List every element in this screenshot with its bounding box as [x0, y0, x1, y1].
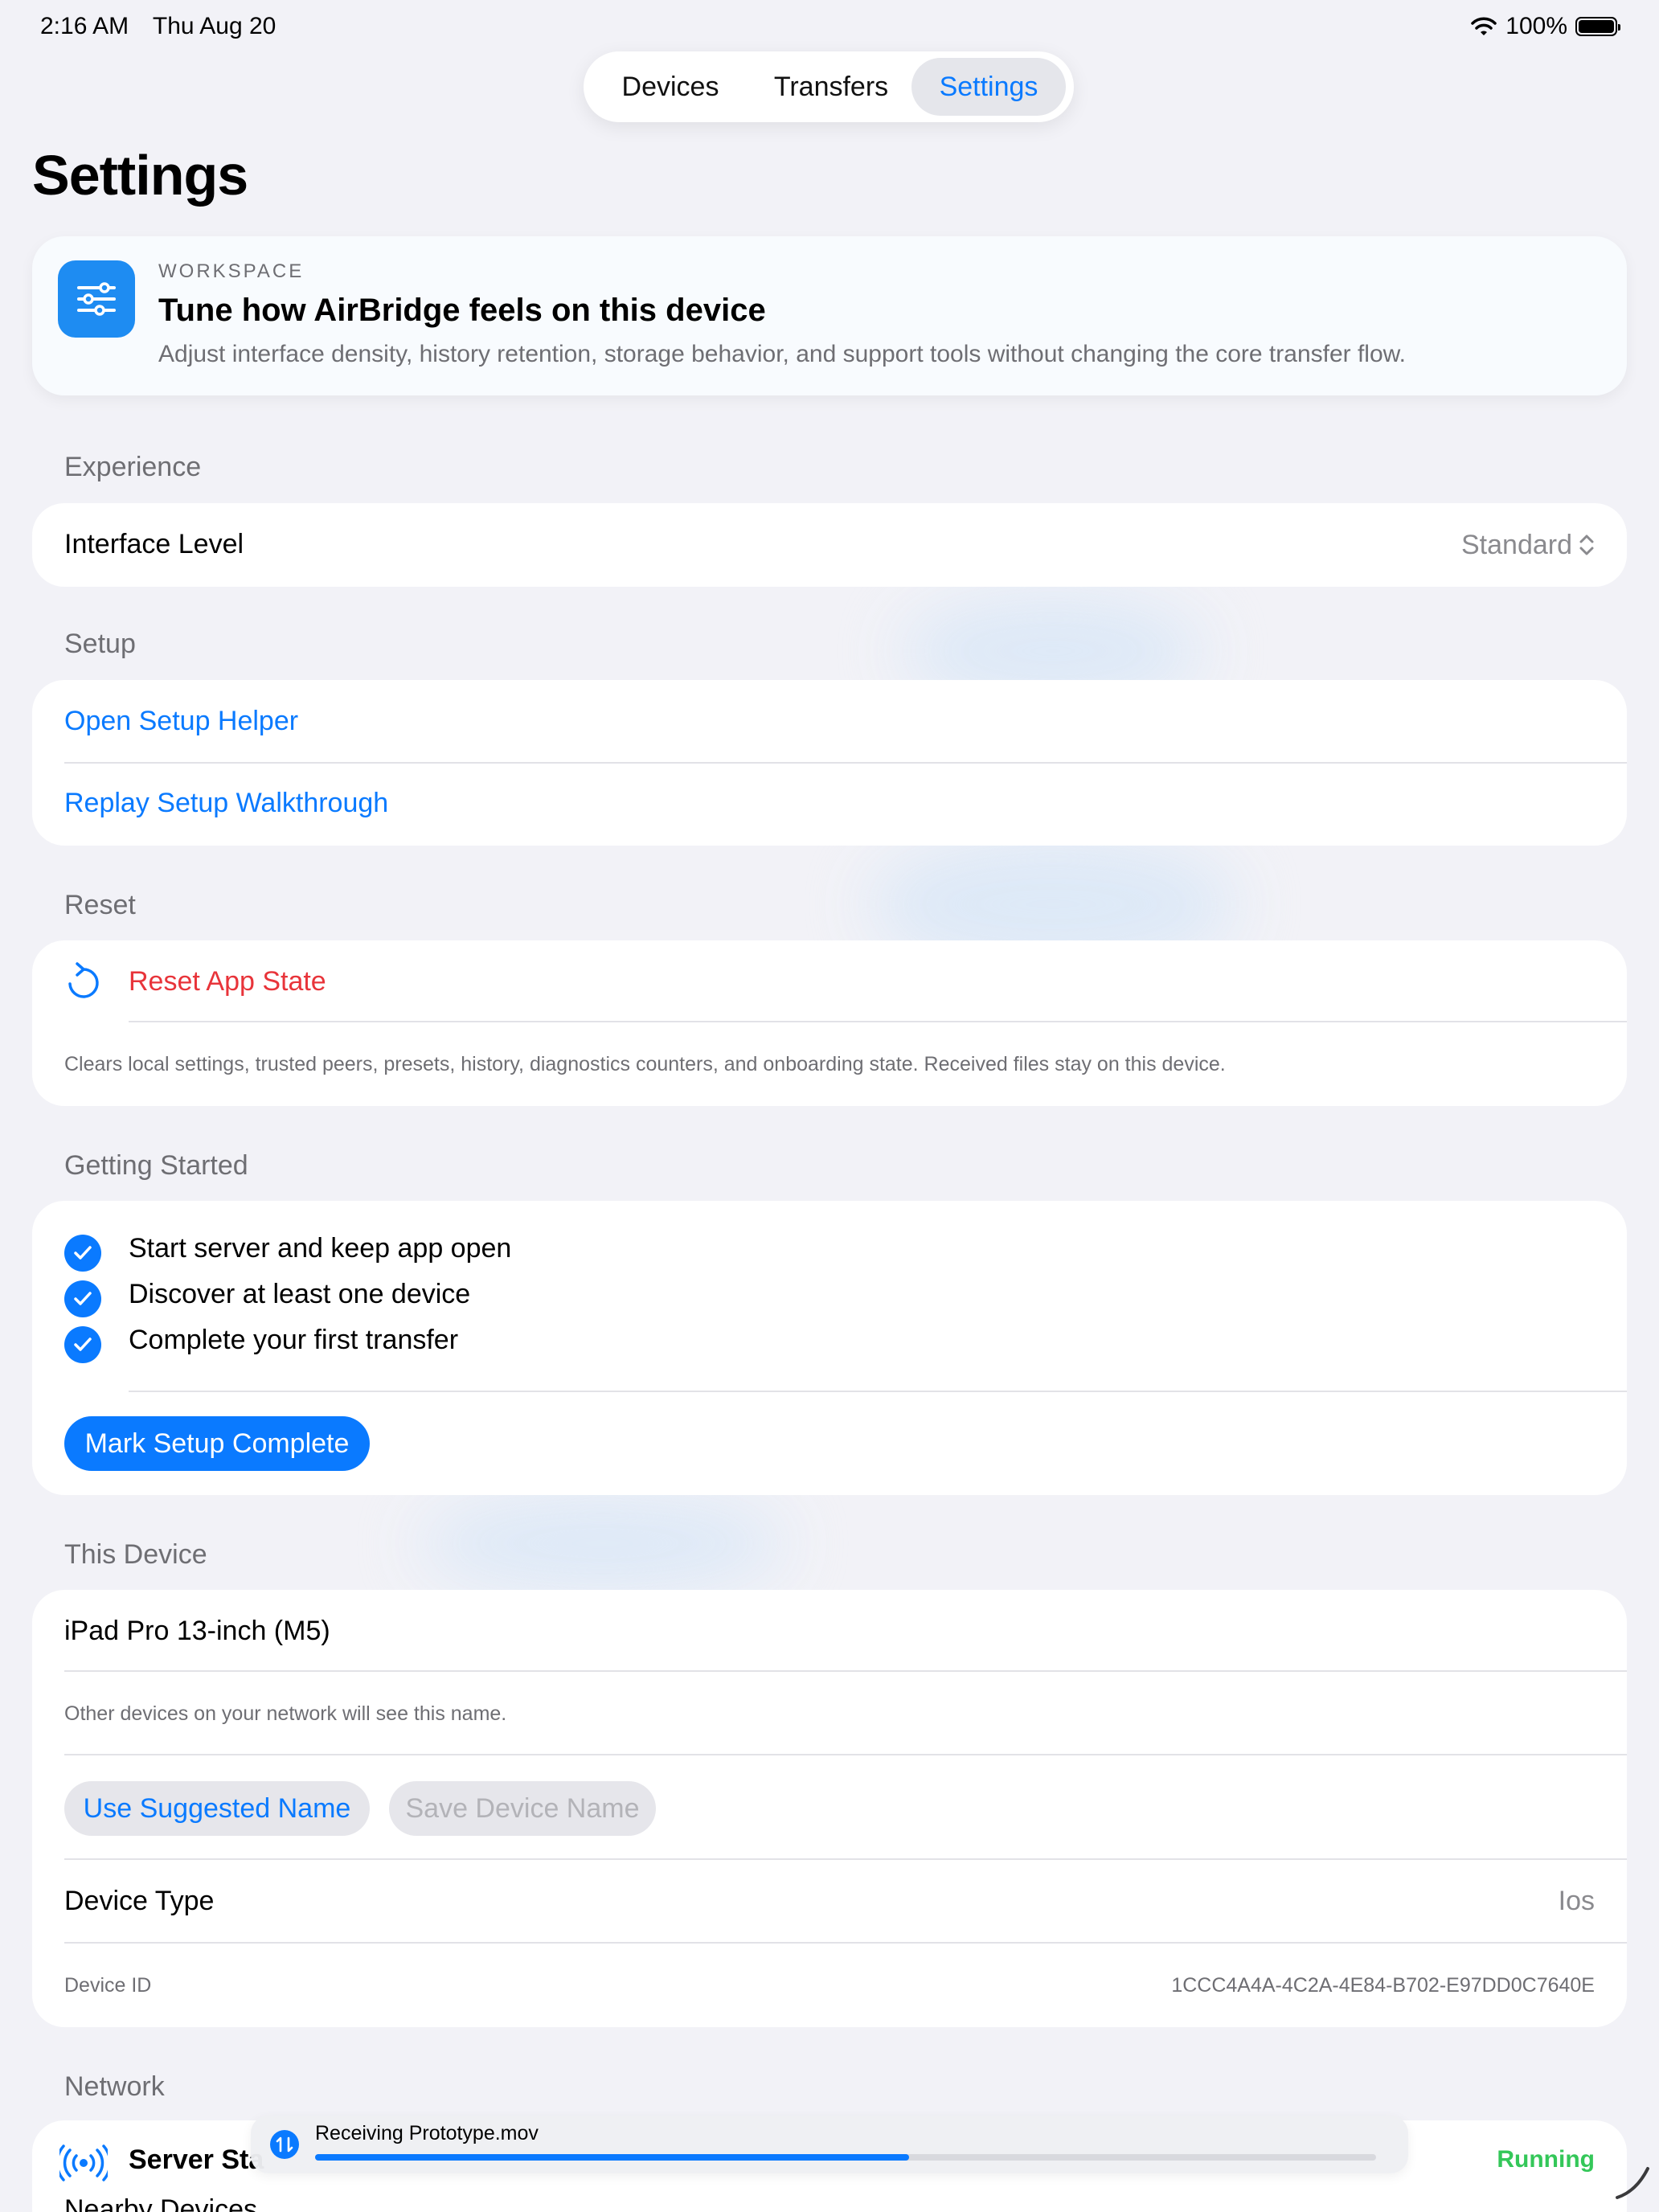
- interface-level-value: Standard: [1461, 529, 1572, 560]
- interface-level-picker[interactable]: Standard: [1461, 503, 1595, 587]
- sliders-icon: [58, 260, 135, 338]
- transfer-progress-fill: [315, 2154, 910, 2161]
- device-id-value: 1CCC4A4A-4C2A-4E84-B702-E97DD0C7640E: [1171, 1974, 1595, 1997]
- server-status-value: Running: [1497, 2146, 1595, 2173]
- transfer-progress-bar: [315, 2154, 1376, 2161]
- battery-icon: [1575, 17, 1620, 36]
- checkmark-icon: [64, 1235, 101, 1272]
- chevron-up-down-icon: [1579, 535, 1594, 555]
- device-name-hint: Other devices on your network will see t…: [64, 1702, 507, 1725]
- reset-card: Reset App State Clears local settings, t…: [32, 940, 1627, 1106]
- device-type-value: Ios: [1558, 1886, 1595, 1916]
- checklist-item: Start server and keep app open: [129, 1233, 512, 1264]
- device-type-label: Device Type: [64, 1886, 215, 1916]
- status-date: Thu Aug 20: [152, 13, 276, 39]
- divider: [129, 1021, 1627, 1022]
- divider: [129, 1391, 1627, 1392]
- divider: [64, 1942, 1627, 1944]
- server-status-label: Server Sta: [129, 2144, 264, 2175]
- divider: [64, 1858, 1627, 1860]
- tab-transfers[interactable]: Transfers: [751, 58, 911, 116]
- background-glow: [418, 1495, 788, 1591]
- getting-started-card: Start server and keep app open Discover …: [32, 1201, 1627, 1495]
- nearby-devices-label: Nearby Devices: [64, 2194, 257, 2212]
- workspace-description: Adjust interface density, history retent…: [158, 341, 1407, 367]
- divider: [64, 1670, 1627, 1672]
- broadcast-icon: [59, 2144, 108, 2181]
- section-header-setup: Setup: [64, 629, 136, 659]
- open-setup-helper-button[interactable]: Open Setup Helper: [64, 706, 298, 737]
- setup-card: Open Setup Helper Replay Setup Walkthrou…: [32, 680, 1627, 846]
- replay-setup-walkthrough-button[interactable]: Replay Setup Walkthrough: [64, 788, 388, 819]
- this-device-card: iPad Pro 13-inch (M5) Other devices on y…: [32, 1590, 1627, 2027]
- tab-devices[interactable]: Devices: [590, 58, 751, 116]
- interface-level-row[interactable]: Interface Level Standard: [32, 503, 1627, 587]
- transfer-filename: Receiving Prototype.mov: [315, 2122, 539, 2144]
- reset-footnote: Clears local settings, trusted peers, pr…: [64, 1053, 1226, 1075]
- checklist-item: Complete your first transfer: [129, 1325, 459, 1355]
- divider: [64, 1754, 1627, 1755]
- reset-arrow-icon: [68, 962, 99, 998]
- transfer-progress-toast[interactable]: Receiving Prototype.mov: [251, 2116, 1408, 2173]
- wifi-icon: [1471, 17, 1497, 35]
- save-device-name-button[interactable]: Save Device Name: [389, 1781, 656, 1836]
- transfer-arrows-icon: [270, 2130, 299, 2159]
- device-id-label: Device ID: [64, 1974, 152, 1997]
- use-suggested-name-button[interactable]: Use Suggested Name: [64, 1781, 370, 1836]
- section-header-this-device: This Device: [64, 1539, 207, 1570]
- section-header-network: Network: [64, 2071, 165, 2102]
- checklist-item: Discover at least one device: [129, 1279, 471, 1309]
- workspace-card: WORKSPACE Tune how AirBridge feels on th…: [32, 236, 1627, 395]
- divider: [64, 762, 1627, 764]
- section-header-experience: Experience: [64, 452, 202, 482]
- battery-percent: 100%: [1505, 13, 1567, 39]
- page-title: Settings: [32, 144, 248, 207]
- mark-setup-complete-button[interactable]: Mark Setup Complete: [64, 1416, 370, 1471]
- device-name-field[interactable]: iPad Pro 13-inch (M5): [64, 1616, 330, 1647]
- section-header-reset: Reset: [64, 890, 136, 920]
- interface-level-label: Interface Level: [64, 529, 244, 559]
- status-bar: 2:16 AM Thu Aug 20 100%: [0, 0, 1659, 51]
- reset-app-state-button[interactable]: Reset App State: [129, 966, 326, 997]
- checkmark-icon: [64, 1280, 101, 1317]
- workspace-title: Tune how AirBridge feels on this device: [158, 293, 766, 328]
- segmented-tab-bar: Devices Transfers Settings: [584, 51, 1074, 122]
- tab-settings[interactable]: Settings: [911, 58, 1066, 116]
- scroll-indicator-icon[interactable]: [1612, 2162, 1653, 2202]
- status-time: 2:16 AM: [40, 13, 129, 39]
- section-header-getting-started: Getting Started: [64, 1150, 248, 1181]
- checkmark-icon: [64, 1326, 101, 1363]
- workspace-kicker: WORKSPACE: [158, 260, 305, 282]
